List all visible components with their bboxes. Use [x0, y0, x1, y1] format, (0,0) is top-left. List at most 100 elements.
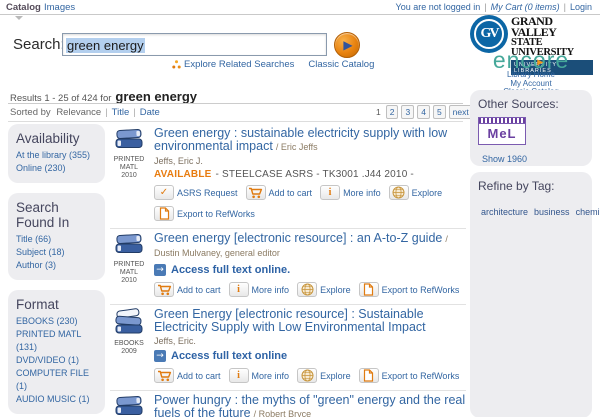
action-label: Explore	[320, 285, 351, 295]
action-explore[interactable]: Explore	[389, 185, 443, 200]
sort-title[interactable]: Title	[112, 107, 130, 118]
facet-item[interactable]: Subject (18)	[16, 246, 97, 259]
tab-catalog[interactable]: Catalog	[6, 2, 41, 13]
result-row: PRINTEDMATL2010Green energy : sustainabl…	[110, 124, 466, 229]
result-actions: Add to cart iMore info Explore Export to Re…	[154, 368, 466, 383]
page-link-5[interactable]: 5	[433, 105, 446, 119]
action-add-to-cart[interactable]: Add to cart	[154, 368, 221, 383]
result-status: AVAILABLE- STEELCASE ASRS - TK3001 .J44 …	[154, 169, 466, 180]
encore-play-icon: ▶	[537, 58, 543, 67]
info-icon: i	[229, 282, 249, 297]
access-full-text-link[interactable]: Access full text online	[171, 350, 287, 362]
explore-related-searches-link[interactable]: Explore Related Searches	[172, 59, 294, 70]
action-label: More info	[343, 188, 381, 198]
call-number-detail: - STEELCASE ASRS - TK3001 .J44 2010 -	[216, 169, 414, 180]
login-link[interactable]: Login	[570, 2, 592, 12]
result-author: Jeffs, Eric.	[154, 336, 466, 346]
result-format: PRINTEDMATL2010	[110, 232, 148, 297]
tag[interactable]: chemical engineering	[576, 207, 600, 217]
format-label-line: MATL	[110, 164, 148, 172]
facet-item[interactable]: At the library (355)	[16, 149, 97, 162]
action-label: ASRS Request	[177, 188, 238, 198]
other-sources-box: Other Sources: MeL Show 1960	[470, 90, 592, 166]
action-label: Export to RefWorks	[177, 209, 255, 219]
action-label: Export to RefWorks	[382, 285, 460, 295]
action-add-to-cart[interactable]: Add to cart	[154, 282, 221, 297]
result-format: PRINTEDMATL2010	[110, 127, 148, 221]
action-more-info[interactable]: iMore info	[320, 185, 381, 200]
action-label: Add to cart	[177, 285, 221, 295]
classic-catalog-link[interactable]: Classic Catalog	[308, 59, 374, 70]
result-author: Jeffs, Eric J.	[154, 156, 466, 166]
search-input[interactable]: green energy	[62, 33, 327, 56]
cart-icon	[154, 368, 174, 383]
action-export-to-refworks[interactable]: Export to RefWorks	[154, 206, 255, 221]
page-current: 1	[374, 106, 383, 118]
document-icon	[359, 282, 379, 297]
facet-item[interactable]: DVD/VIDEO (1)	[16, 354, 97, 367]
action-label: Add to cart	[177, 371, 221, 381]
login-status: You are not logged in	[396, 2, 481, 12]
action-label: Explore	[412, 188, 443, 198]
result-title: Power hungry : the myths of "green" ener…	[154, 394, 466, 417]
arrow-right-icon: →	[154, 350, 166, 362]
facet-title: Search Found In	[16, 200, 97, 230]
document-icon	[359, 368, 379, 383]
results-list: PRINTEDMATL2010Green energy : sustainabl…	[110, 124, 466, 417]
facet-title: Availability	[16, 131, 97, 146]
result-row: PRINTEDMATL2010 Green energy [electronic …	[110, 229, 466, 305]
action-label: Explore	[320, 371, 351, 381]
access-full-text-link[interactable]: Access full text online.	[171, 264, 290, 276]
action-add-to-cart[interactable]: Add to cart	[246, 185, 313, 200]
explore-related-icon	[172, 60, 181, 69]
facet-item[interactable]: PRINTED MATL (131)	[16, 328, 97, 354]
format-label-line: PRINTED	[110, 156, 148, 164]
action-export-to-refworks[interactable]: Export to RefWorks	[359, 282, 460, 297]
result-title: Green energy [electronic resource] : an …	[154, 232, 466, 260]
format-label-line: 2010	[110, 172, 148, 180]
user-bar: You are not logged in|My Cart (0 items)|…	[396, 2, 592, 12]
action-label: More info	[252, 371, 290, 381]
tag-cloud: architecturebusinesschemical engineering…	[478, 199, 584, 220]
tab-images[interactable]: Images	[44, 2, 75, 13]
gvsu-monogram: GV	[474, 19, 504, 49]
format-label-line: EBOOKS	[110, 340, 148, 348]
globe-icon	[389, 185, 409, 200]
page-link-3[interactable]: 3	[401, 105, 414, 119]
result-title-link[interactable]: Green energy [electronic resource] : an …	[154, 231, 442, 245]
action-more-info[interactable]: iMore info	[229, 282, 290, 297]
cart-icon	[154, 282, 174, 297]
search-label: Search:	[13, 36, 65, 53]
action-asrs-request[interactable]: ✓ASRS Request	[154, 185, 238, 200]
book-icon	[110, 394, 148, 417]
format-label-line: PRINTED	[110, 261, 148, 269]
search-query: green energy	[115, 89, 197, 104]
facet-item[interactable]: Title (66)	[16, 233, 97, 246]
facet-item[interactable]: Author (3)	[16, 259, 97, 272]
facet-item[interactable]: Online (230)	[16, 162, 97, 175]
action-label: Add to cart	[269, 188, 313, 198]
action-explore[interactable]: Explore	[297, 368, 351, 383]
search-go-button[interactable]: ▶	[334, 32, 360, 58]
action-more-info[interactable]: iMore info	[229, 368, 290, 383]
mel-logo[interactable]: MeL	[478, 117, 526, 145]
result-responsibility: / Eric Jeffs	[276, 142, 318, 152]
action-explore[interactable]: Explore	[297, 282, 351, 297]
action-export-to-refworks[interactable]: Export to RefWorks	[359, 368, 460, 383]
info-icon: i	[229, 368, 249, 383]
sort-date[interactable]: Date	[140, 107, 160, 118]
page-link-4[interactable]: 4	[417, 105, 430, 119]
sort-relevance: Relevance	[56, 107, 101, 118]
sort-bar: Sorted by Relevance|Title|Date	[10, 107, 160, 118]
page-link-2[interactable]: 2	[386, 105, 399, 119]
tag[interactable]: business	[534, 207, 570, 217]
facet-item[interactable]: EBOOKS (230)	[16, 315, 97, 328]
result-title-link[interactable]: Green Energy [electronic resource] : Sus…	[154, 307, 426, 334]
facet-item[interactable]: COMPUTER FILE (1)	[16, 367, 97, 393]
my-cart-link[interactable]: My Cart (0 items)	[491, 2, 560, 12]
show-more-sources-link[interactable]: Show 1960	[482, 154, 527, 164]
facet-item[interactable]: AUDIO MUSIC (1)	[16, 393, 97, 406]
header-divider	[0, 14, 600, 15]
tag[interactable]: architecture	[481, 207, 528, 217]
result-format: EBOOKS2009	[110, 308, 148, 383]
